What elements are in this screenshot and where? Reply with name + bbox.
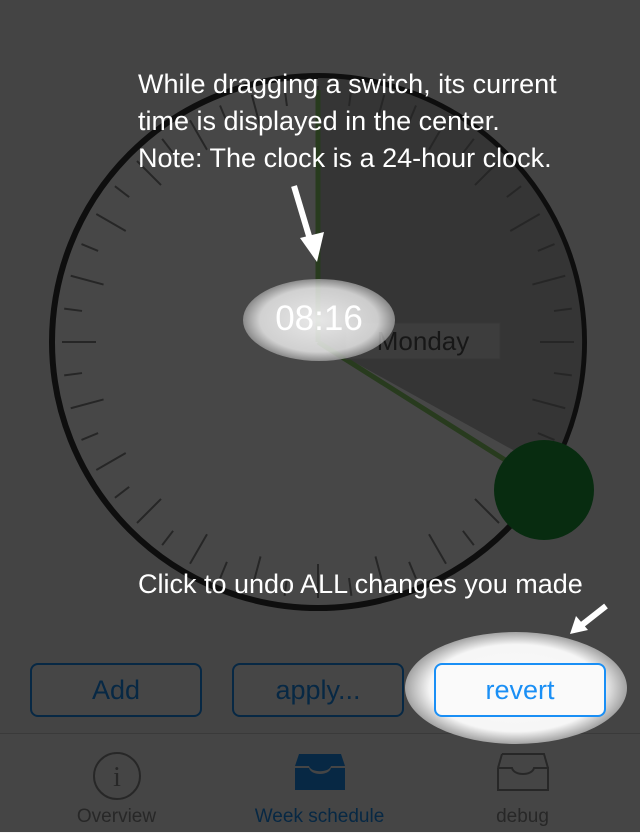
tab-debug[interactable]: debug	[416, 734, 629, 833]
arrow-down-icon	[291, 185, 324, 262]
arrow-down-left-icon	[570, 603, 608, 634]
tab-bar: i Overview Week schedule debug	[0, 733, 640, 833]
tab-overview-label: Overview	[76, 806, 157, 827]
info-icon: i	[92, 752, 141, 800]
apply-button[interactable]: apply...	[232, 663, 404, 717]
tab-week-schedule[interactable]: Week schedule	[213, 734, 426, 833]
time-hint-line: Note: The clock is a 24-hour clock.	[138, 143, 552, 173]
add-button[interactable]: Add	[30, 663, 202, 717]
tab-overview[interactable]: i Overview	[10, 734, 223, 833]
time-hint-line: While dragging a switch, its current	[138, 69, 557, 99]
current-time-readout: 08:16	[275, 299, 363, 338]
switch-handle[interactable]	[494, 440, 594, 540]
revert-hint: Click to undo ALL changes you made	[138, 569, 583, 599]
inbox-icon	[496, 753, 549, 791]
time-hint: While dragging a switch, its current tim…	[138, 66, 638, 177]
svg-text:i: i	[113, 762, 121, 793]
inbox-icon	[294, 754, 345, 790]
time-hint-line: time is displayed in the center.	[138, 106, 500, 136]
tab-week-schedule-label: Week schedule	[254, 806, 385, 827]
revert-button[interactable]: revert	[434, 663, 606, 717]
tab-debug-label: debug	[496, 806, 549, 827]
